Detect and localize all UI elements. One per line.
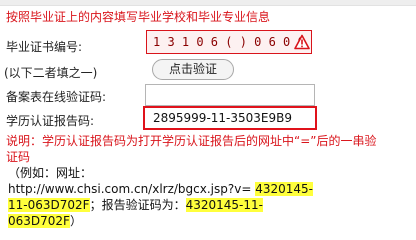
top-bar xyxy=(0,0,416,6)
verify-button[interactable]: 点击验证 xyxy=(152,59,234,80)
example-code2-highlight-cont: 063D702F xyxy=(8,214,70,228)
either-hint-label: (以下二者填之一) xyxy=(4,66,98,80)
example-close: ） xyxy=(69,214,82,228)
example-url: http://www.chsi.com.cn/xlrz/bgcx.jsp?v= xyxy=(8,182,252,196)
example-block: （例如：网址： http://www.chsi.com.cn/xlrz/bgcx… xyxy=(8,165,348,229)
cert-number-label: 毕业证书编号: xyxy=(6,40,83,54)
example-code2-highlight: 4320145-11- xyxy=(185,198,263,212)
example-mid-text: ；报告验证码为： xyxy=(89,198,186,212)
report-code-input[interactable]: 2895999-11-3503E9B9 xyxy=(143,106,317,130)
example-close-line: 063D702F） xyxy=(8,213,348,229)
note-text: 说明：学历认证报告码为打开学历认证报告后的网址中“=”后的一串验证码 xyxy=(6,134,377,164)
cert-number-input[interactable]: 1 3 1 0 6 ( ) 0 6 0 0 5 6 xyxy=(146,30,312,54)
warning-icon xyxy=(294,34,310,50)
example-code-highlight-cont: 11-063D702F xyxy=(8,198,90,212)
example-open: （例如：网址： xyxy=(8,166,93,180)
example-code-highlight: 4320145- xyxy=(255,182,314,196)
online-code-input[interactable] xyxy=(145,84,315,106)
online-code-label: 备案表在线验证码: xyxy=(6,90,107,104)
report-code-label: 学历认证报告码: xyxy=(6,114,95,128)
form-hint: 按照毕业证上的内容填写毕业学校和毕业专业信息 xyxy=(6,10,271,24)
example-url-line: http://www.chsi.com.cn/xlrz/bgcx.jsp?v= … xyxy=(8,181,348,197)
example-mid-line: 11-063D702F；报告验证码为：4320145-11- xyxy=(8,197,348,213)
